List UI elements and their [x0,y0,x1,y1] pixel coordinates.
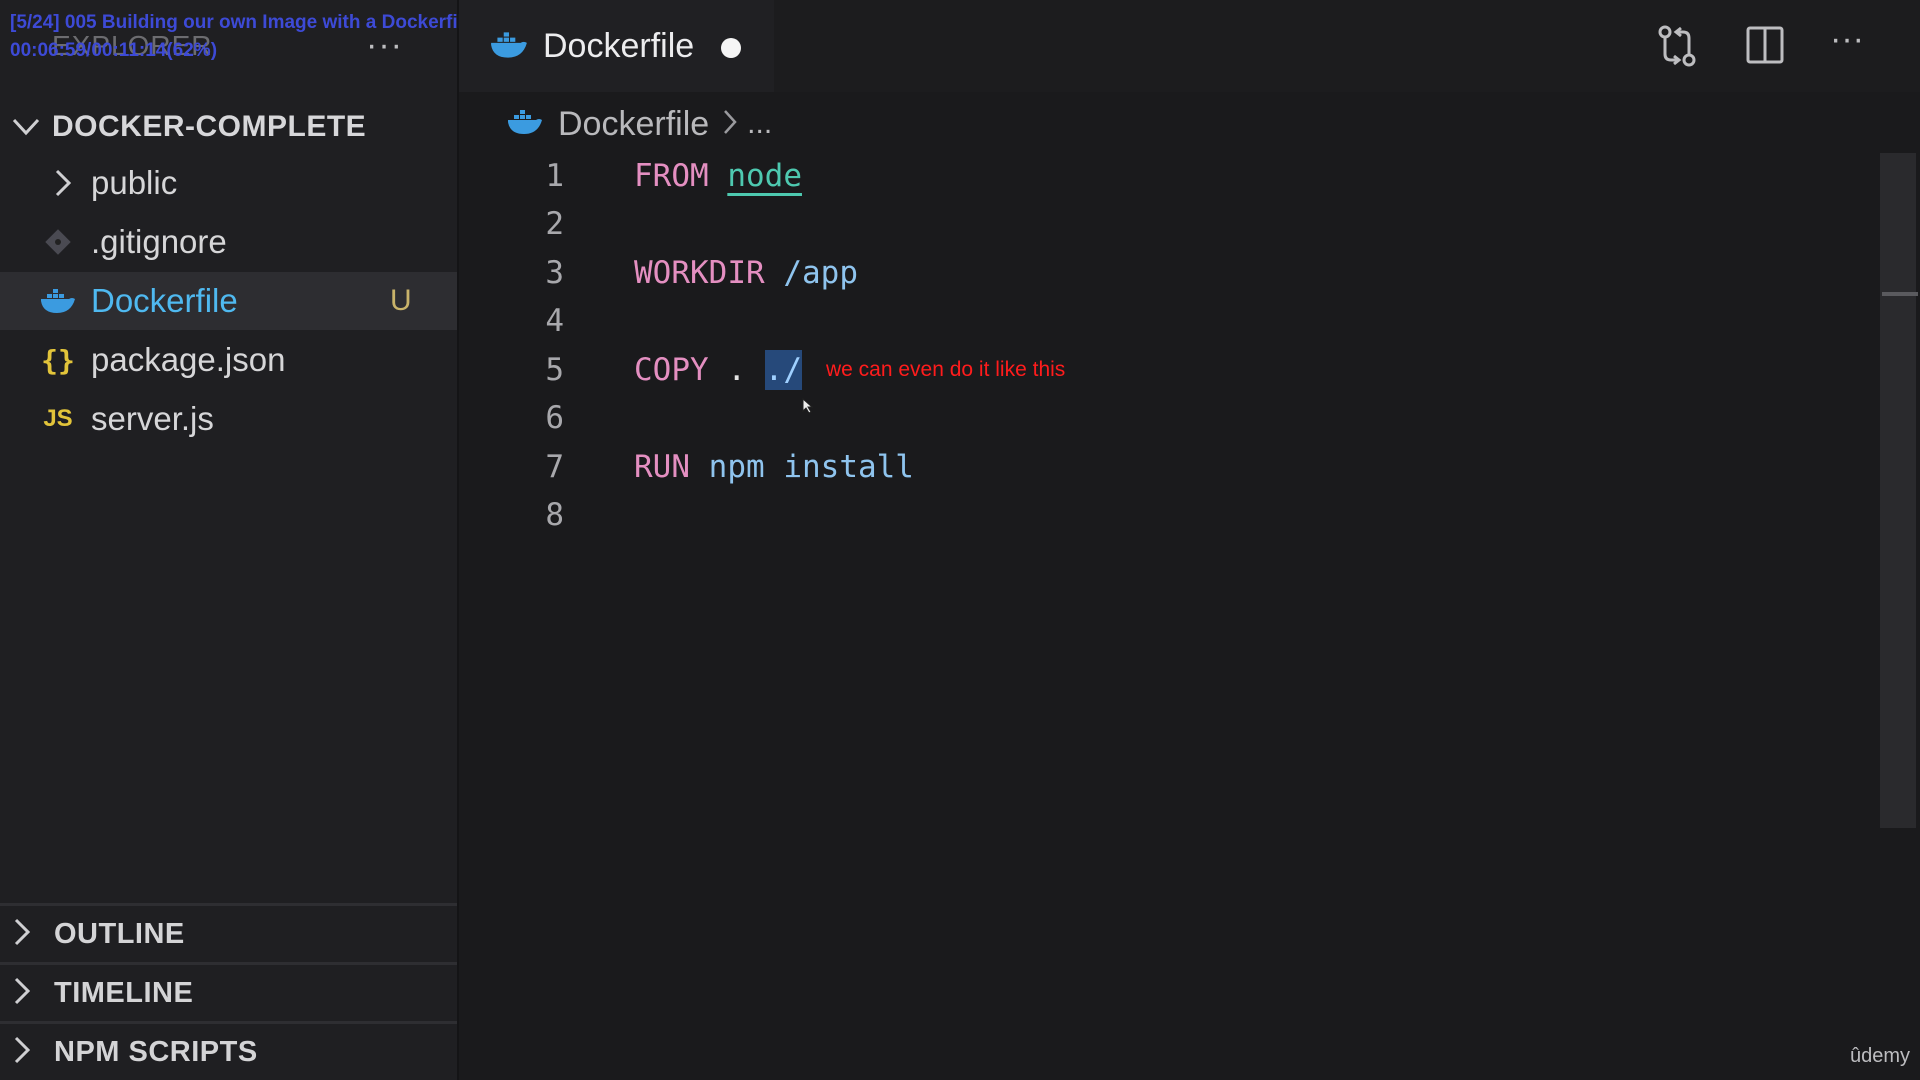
chevron-right-icon [14,977,31,1010]
editor-scrollbar[interactable] [1880,153,1916,828]
breadcrumb-more[interactable]: ... [747,107,772,141]
tab-label: Dockerfile [543,26,695,65]
udemy-watermark: ûdemy [1849,1045,1910,1067]
line-number: 3 [545,255,564,291]
explorer-sidebar: EXPLORER ··· DOCKER-COMPLETE public .git… [0,0,457,1080]
tree-item-label: Dockerfile [91,282,238,319]
scrollbar-position-marker [1882,292,1918,296]
video-progress-overlay: 00:06:59/00:11:14(62%) [10,40,218,61]
code-line-7[interactable]: RUN npm install [634,449,914,485]
chevron-right-icon [14,918,31,951]
line-number: 2 [545,206,564,242]
compare-changes-icon[interactable] [1656,24,1698,73]
panel-timeline-label: TIMELINE [54,976,194,1009]
js-icon: JS [43,405,73,432]
workspace-root-label: DOCKER-COMPLETE [52,110,367,143]
docker-icon [489,30,529,65]
untracked-badge: U [390,284,412,317]
instruction-keyword: COPY [634,352,709,388]
tree-item-label: .gitignore [91,223,227,260]
json-icon: {} [41,343,75,377]
tree-item-dockerfile[interactable]: Dockerfile U [0,272,457,330]
copy-destination-selected: ./ [764,350,802,390]
chevron-right-icon [52,169,74,197]
workspace-root[interactable]: DOCKER-COMPLETE [0,102,457,152]
line-number: 7 [545,449,564,485]
tree-item-gitignore[interactable]: .gitignore [0,213,457,271]
code-line-1[interactable]: FROM node [634,158,802,194]
base-image: node [727,158,802,194]
docker-icon [38,287,78,315]
tab-dockerfile[interactable]: Dockerfile [459,0,774,92]
workdir-path: /app [783,255,858,291]
mouse-cursor-icon [802,397,814,419]
line-number: 1 [545,158,564,194]
breadcrumb-file[interactable]: Dockerfile [558,105,709,144]
annotation-note: we can even do it like this [826,358,1066,381]
video-title-overlay: [5/24] 005 Building our own Image with a… [10,12,518,33]
line-number: 8 [545,497,564,533]
split-editor-icon[interactable] [1746,26,1784,69]
instruction-keyword: FROM [634,158,709,194]
unsaved-dot-icon[interactable] [721,38,741,58]
line-number: 6 [545,400,564,436]
more-actions-icon[interactable]: ··· [1830,20,1864,59]
panel-npm-scripts-label: NPM SCRIPTS [54,1035,258,1068]
chevron-down-icon [0,118,52,136]
tree-item-label: public [91,164,178,201]
tree-item-public[interactable]: public [0,154,457,212]
panel-outline-label: OUTLINE [54,917,185,950]
docker-icon [506,108,544,141]
copy-source: . [727,352,746,388]
sidebar-divider [457,0,459,1080]
chevron-right-icon [723,106,737,143]
panel-outline[interactable]: OUTLINE [0,906,457,962]
tree-item-label: server.js [91,400,214,437]
panel-npm-scripts[interactable]: NPM SCRIPTS [0,1024,457,1080]
breadcrumb[interactable]: Dockerfile ... [506,102,772,146]
line-number: 4 [545,303,564,339]
run-command: npm install [708,449,914,485]
code-line-5[interactable]: COPY . ./ [634,350,802,390]
tree-item-label: package.json [91,341,286,378]
tree-item-package-json[interactable]: {} package.json [0,331,457,389]
instruction-keyword: WORKDIR [634,255,765,291]
instruction-keyword: RUN [634,449,690,485]
git-icon [38,227,78,257]
panel-timeline[interactable]: TIMELINE [0,965,457,1021]
line-number: 5 [545,352,564,388]
chevron-right-icon [14,1036,31,1069]
code-line-3[interactable]: WORKDIR /app [634,255,858,291]
tree-item-server-js[interactable]: JS server.js [0,390,457,448]
